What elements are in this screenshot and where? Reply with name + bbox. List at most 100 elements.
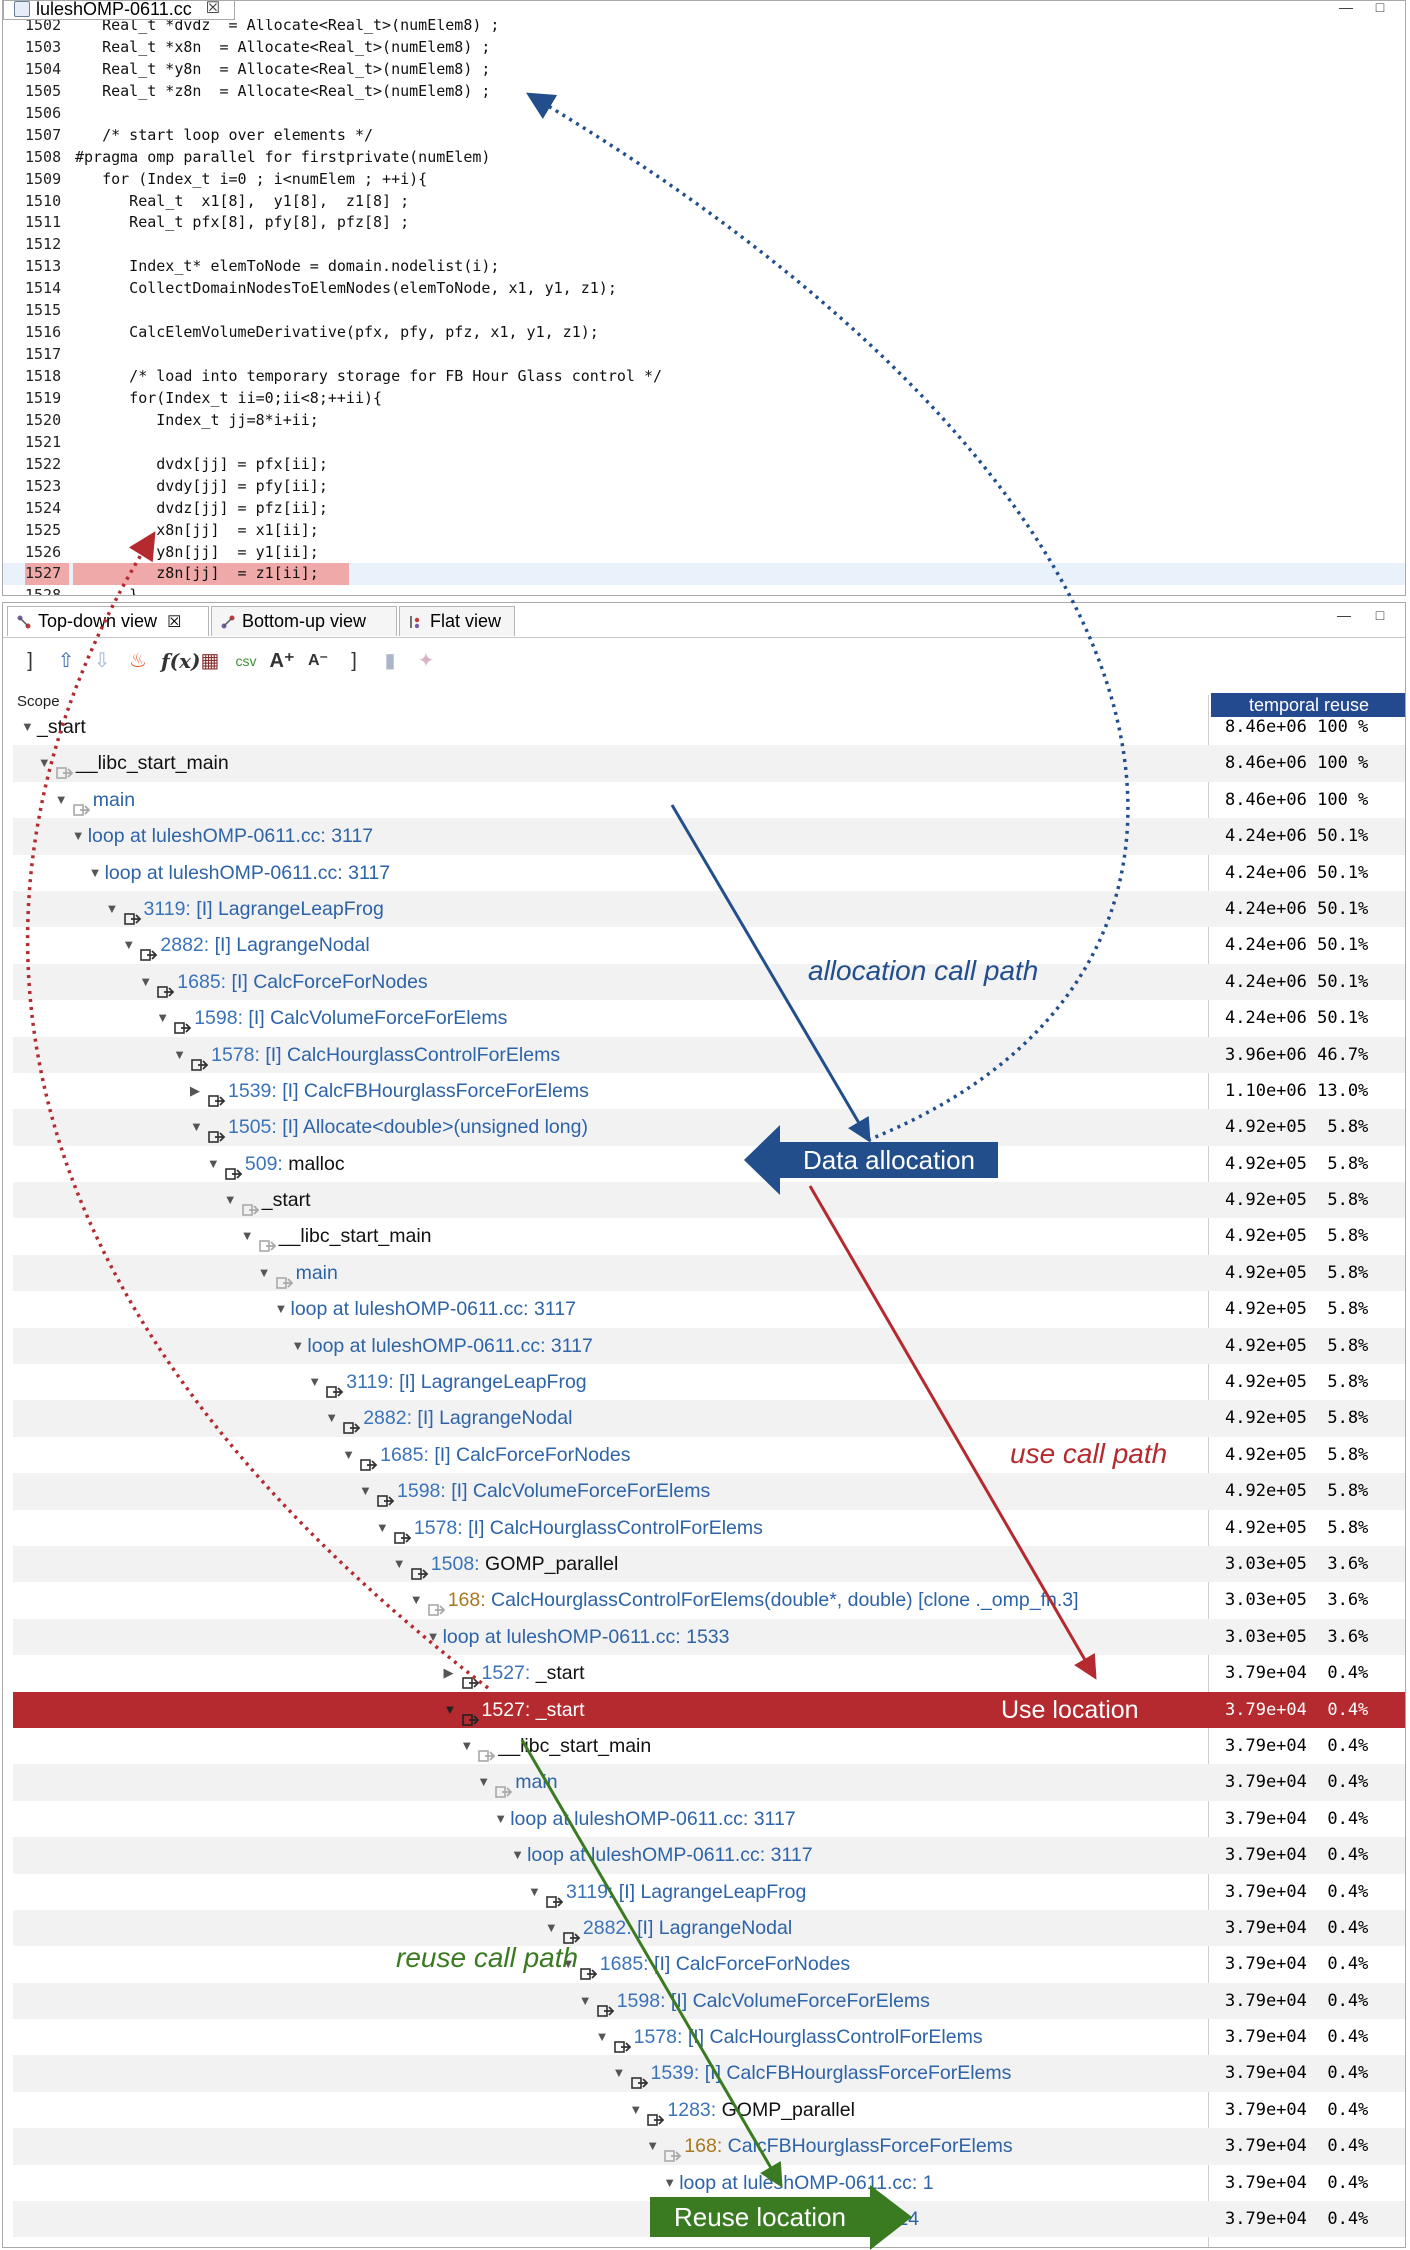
tree-row[interactable]: ▼ 1505: [I] Allocate<double>(unsigned lon… — [13, 1109, 1405, 1146]
tree-row[interactable]: ▶ 1539: [I] CalcFBHourglassForceForElems 1… — [13, 1073, 1405, 1109]
scope-label[interactable]: _start — [262, 1182, 311, 1218]
callsite-icon[interactable] — [174, 1011, 192, 1034]
scope-label[interactable]: _start — [37, 709, 86, 745]
line-link[interactable]: 1598: — [194, 1007, 243, 1029]
callsite-icon[interactable] — [647, 2103, 665, 2126]
font-decrease-icon[interactable]: A⁻ — [305, 649, 331, 673]
callsite-icon[interactable] — [140, 938, 158, 962]
tree-row[interactable]: ▼ 1685: [I] CalcForceForNodes 4.24e+06 50.… — [13, 963, 1405, 1001]
scope-label[interactable]: __libc_start_main — [76, 745, 229, 781]
expand-toggle-icon[interactable]: ▼ — [663, 2165, 676, 2201]
scope-label[interactable]: 1685: [I] CalcForceForNodes — [380, 1437, 630, 1473]
tree-row[interactable]: ▼ 509: malloc 4.92e+05 5.8% — [13, 1146, 1405, 1182]
scope-label[interactable]: 2882: [I] LagrangeNodal — [363, 1400, 572, 1436]
source-editor[interactable]: 1502 Real_t *dvdz = Allocate<Real_t>(num… — [2, 0, 1406, 596]
line-link[interactable]: 1598: — [617, 1990, 666, 2012]
scope-label[interactable]: 1505: [I] Allocate<double>(unsigned long… — [228, 1109, 588, 1145]
zoom-in-arrow-icon[interactable]: ⇧ — [53, 649, 79, 673]
export-csv-icon[interactable]: csv — [233, 649, 259, 673]
line-link[interactable]: 1598: — [397, 1480, 446, 1502]
code-line[interactable]: 1504 Real_t *y8n = Allocate<Real_t>(numE… — [3, 59, 1405, 81]
line-link[interactable]: 1578: — [634, 2026, 683, 2048]
tree-row[interactable]: ▼ _start 4.92e+05 5.8% — [13, 1182, 1405, 1219]
tree-row[interactable]: ▼ 2882: [I] LagrangeNodal 3.79e+04 0.4% — [13, 1909, 1405, 1947]
scope-label[interactable]: main — [515, 1764, 557, 1800]
code-line[interactable]: 1503 Real_t *x8n = Allocate<Real_t>(numE… — [3, 37, 1405, 59]
expand-toggle-icon[interactable]: ▼ — [106, 891, 119, 927]
scope-label[interactable]: 1685: [I] CalcForceForNodes — [177, 964, 427, 1000]
tree-row[interactable]: ▼ 1685: [I] CalcForceForNodes 4.92e+05 5.8… — [13, 1437, 1405, 1473]
line-link[interactable]: 2882: — [160, 934, 209, 956]
line-link[interactable]: 1539: — [651, 2062, 700, 2084]
callsite-inactive-icon[interactable] — [56, 756, 74, 780]
line-link[interactable]: 509: — [245, 1153, 283, 1175]
callsite-icon[interactable] — [123, 902, 142, 925]
line-link[interactable]: 2882: — [363, 1407, 412, 1429]
callsite-icon[interactable] — [613, 2030, 632, 2053]
expand-toggle-icon[interactable]: ▼ — [494, 1801, 507, 1837]
expand-toggle-icon[interactable]: ▼ — [224, 1182, 237, 1218]
tree-row[interactable]: ▼ 168: CalcFBHourglassForceForElems 3.79e+… — [13, 2128, 1405, 2165]
scope-label[interactable]: __libc_start_main — [279, 1218, 432, 1254]
tree-row[interactable]: ▼ main 4.92e+05 5.8% — [13, 1254, 1405, 1292]
tree-row[interactable]: ▼ loop at luleshOMP-0611.cc: 3117 4.24e+06… — [13, 818, 1405, 855]
scope-label[interactable]: main — [93, 782, 135, 818]
expand-toggle-icon[interactable]: ▼ — [629, 2092, 642, 2128]
code-line[interactable]: 1526 y8n[jj] = y1[ii]; — [3, 542, 1405, 564]
expand-toggle-icon[interactable]: ▼ — [596, 2019, 609, 2055]
line-link[interactable]: 3119: — [346, 1371, 393, 1393]
tree-row[interactable]: ▼ 1598: [I] CalcVolumeForceForElems 3.79e+… — [13, 1982, 1405, 2020]
expand-toggle-icon[interactable]: ▼ — [613, 2055, 626, 2091]
line-link[interactable]: 3119: — [144, 898, 191, 920]
code-line[interactable]: 1522 dvdx[jj] = pfx[ii]; — [3, 454, 1405, 476]
tree-row[interactable]: ▼ 1598: [I] CalcVolumeForceForElems 4.92e+… — [13, 1473, 1405, 1510]
expand-toggle-icon[interactable]: ▼ — [359, 1473, 372, 1509]
tree-row[interactable]: ▼ 1539: [I] CalcFBHourglassForceForElems 3… — [13, 2055, 1405, 2092]
code-line[interactable]: 1518 /* load into temporary storage for … — [3, 366, 1405, 388]
tree-row[interactable]: ▼ 1578: [I] CalcHourglassControlForElems 3… — [13, 1036, 1405, 1073]
scope-label[interactable]: 1598: [I] CalcVolumeForceForElems — [617, 1983, 930, 2019]
expand-toggle-icon[interactable]: ▼ — [545, 1910, 558, 1946]
tree-row[interactable]: ▼ main 3.79e+04 0.4% — [13, 1764, 1405, 1801]
collapsed-toggle-icon[interactable]: ▶ — [444, 1655, 454, 1691]
line-link[interactable]: 2882: — [583, 1917, 632, 1939]
tab-flat-view[interactable]: Flat view — [399, 606, 515, 636]
code-line[interactable]: 1515 — [3, 300, 1405, 322]
expand-toggle-icon[interactable]: ▼ — [258, 1255, 271, 1291]
callsite-icon[interactable] — [461, 1703, 480, 1726]
tree-row[interactable]: ▼ 3119: [I] LagrangeLeapFrog 4.24e+06 50.1… — [13, 890, 1405, 928]
code-line[interactable]: 1506 — [3, 103, 1405, 125]
scope-label[interactable]: loop at luleshOMP-0611.cc: 3117 — [527, 1837, 812, 1873]
font-increase-icon[interactable]: A⁺ — [269, 649, 295, 673]
scope-label[interactable]: 1539: [I] CalcFBHourglassForceForElems — [228, 1073, 589, 1109]
scope-label[interactable]: 168: CalcFBHourglassForceForElems — [684, 2128, 1012, 2164]
tree-row[interactable]: ▼ loop at luleshOMP-0611.cc: 3117 4.92e+05… — [13, 1291, 1405, 1327]
callsite-icon[interactable] — [208, 1084, 226, 1107]
tree-row[interactable]: ▼ loop at luleshOMP-0611.cc: 3117 3.79e+04… — [13, 1837, 1405, 1874]
tree-row[interactable]: ▼ 1578: [I] CalcHourglassControlForElems 3… — [13, 2019, 1405, 2055]
expand-toggle-icon[interactable]: ▼ — [511, 1837, 524, 1873]
expand-toggle-icon[interactable]: ▼ — [410, 1582, 423, 1618]
scope-label[interactable]: 1527: _start — [482, 1655, 585, 1691]
code-line[interactable]: 1509 for (Index_t i=0 ; i<numElem ; ++i)… — [3, 169, 1405, 191]
code-line[interactable]: 1524 dvdz[jj] = pfz[ii]; — [3, 498, 1405, 520]
tree-row[interactable]: ▼ __libc_start_main 4.92e+05 5.8% — [13, 1218, 1405, 1254]
callsite-icon[interactable] — [596, 1994, 615, 2017]
code-line[interactable]: 1508 #pragma omp parallel for firstprivat… — [3, 147, 1405, 169]
code-line[interactable]: 1507 /* start loop over elements */ — [3, 125, 1405, 147]
minimize-icon[interactable]: — — [1337, 608, 1351, 623]
expand-toggle-icon[interactable]: ▼ — [207, 1146, 220, 1182]
expand-toggle-icon[interactable]: ▼ — [325, 1400, 338, 1436]
scope-label[interactable]: loop at luleshOMP-0611.cc: 1533 — [443, 1619, 730, 1655]
scope-label[interactable]: 1578: [I] CalcHourglassControlForElems — [634, 2019, 983, 2055]
callsite-inactive-icon[interactable] — [495, 1775, 513, 1799]
code-line[interactable]: 1527 z8n[jj] = z1[ii]; — [3, 563, 1405, 586]
scope-label[interactable]: loop at luleshOMP-0611.cc: 3117 — [88, 818, 373, 854]
tree-row[interactable]: ▼ 1578: [I] CalcHourglassControlForElems 4… — [13, 1510, 1405, 1546]
callsite-inactive-icon[interactable] — [72, 793, 91, 816]
expand-toggle-icon[interactable]: ▼ — [427, 1619, 440, 1655]
expand-toggle-icon[interactable]: ▼ — [376, 1510, 389, 1546]
tab-top-down-view[interactable]: Top-down view ☒ — [7, 606, 209, 636]
line-link[interactable]: 168: — [448, 1589, 486, 1611]
expand-toggle-icon[interactable]: ▼ — [342, 1437, 355, 1473]
